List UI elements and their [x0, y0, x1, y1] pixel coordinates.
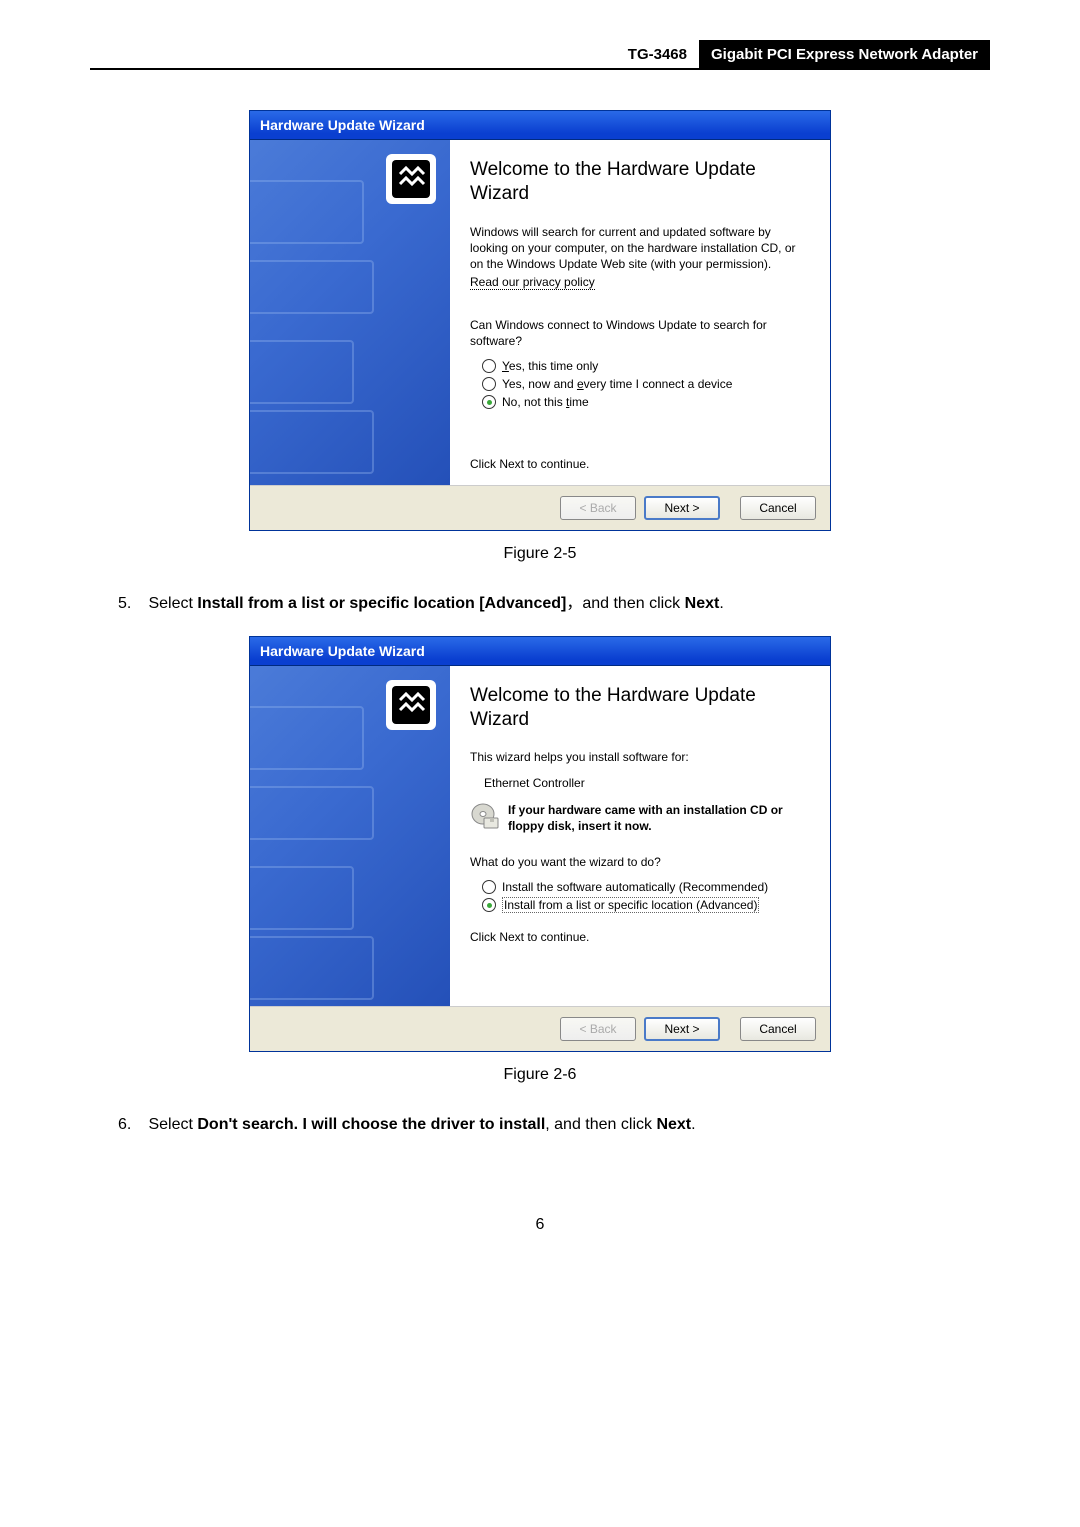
dialog-intro: This wizard helps you install software f… — [470, 749, 810, 765]
page-number: 6 — [90, 1216, 990, 1234]
radio-label: Install the software automatically (Reco… — [502, 880, 768, 894]
dialog-intro: Windows will search for current and upda… — [470, 224, 810, 273]
button-row: < Back Next > Cancel — [250, 485, 830, 530]
page-header: TG-3468 Gigabit PCI Express Network Adap… — [90, 40, 990, 70]
radio-icon-selected — [482, 395, 496, 409]
side-graphic — [250, 140, 450, 485]
radio-icon — [482, 359, 496, 373]
insert-cd-note: If your hardware came with an installati… — [470, 802, 810, 834]
step-5: 5. Select Install from a list or specifi… — [118, 593, 990, 615]
chip-icon — [382, 676, 440, 734]
radio-label: Install from a list or specific location… — [502, 898, 759, 912]
radio-label: Yes, now and every time I connect a devi… — [502, 377, 732, 391]
radio-icon — [482, 377, 496, 391]
step-6: 6. Select Don't search. I will choose th… — [118, 1114, 990, 1136]
note-text: If your hardware came with an installati… — [508, 802, 810, 834]
radio-label: Yes, this time only — [502, 359, 598, 373]
back-button[interactable]: < Back — [560, 1017, 636, 1041]
next-button[interactable]: Next > — [644, 1017, 720, 1041]
step-number: 6. — [118, 1114, 144, 1136]
next-button[interactable]: Next > — [644, 496, 720, 520]
radio-auto[interactable]: Install the software automatically (Reco… — [482, 880, 810, 894]
radio-group: Install the software automatically (Reco… — [482, 880, 810, 912]
back-button[interactable]: < Back — [560, 496, 636, 520]
button-row: < Back Next > Cancel — [250, 1006, 830, 1051]
dialog-titlebar: Hardware Update Wizard — [250, 637, 830, 666]
radio-yes-always[interactable]: Yes, now and every time I connect a devi… — [482, 377, 810, 391]
radio-icon-selected — [482, 898, 496, 912]
figure-caption-2: Figure 2-6 — [90, 1066, 990, 1084]
header-product: Gigabit PCI Express Network Adapter — [699, 40, 990, 68]
step-number: 5. — [118, 593, 144, 615]
dialog-question: What do you want the wizard to do? — [470, 854, 810, 870]
side-graphic — [250, 666, 450, 1006]
dialog-question: Can Windows connect to Windows Update to… — [470, 317, 810, 349]
radio-group: Yes, this time only Yes, now and every t… — [482, 359, 810, 409]
figure-caption-1: Figure 2-5 — [90, 545, 990, 563]
device-name: Ethernet Controller — [484, 776, 810, 790]
privacy-link[interactable]: Read our privacy policy — [470, 275, 595, 290]
dialog-heading: Welcome to the Hardware Update Wizard — [470, 684, 810, 732]
radio-no[interactable]: No, not this time — [482, 395, 810, 409]
radio-advanced[interactable]: Install from a list or specific location… — [482, 898, 810, 912]
wizard-dialog-2: Hardware Update Wizard Welcome to the Ha… — [249, 636, 831, 1052]
dialog-content: Welcome to the Hardware Update Wizard Wi… — [450, 140, 830, 485]
radio-yes-once[interactable]: Yes, this time only — [482, 359, 810, 373]
continue-hint: Click Next to continue. — [470, 930, 810, 944]
continue-hint: Click Next to continue. — [470, 457, 810, 471]
cancel-button[interactable]: Cancel — [740, 1017, 816, 1041]
dialog-titlebar: Hardware Update Wizard — [250, 111, 830, 140]
cd-icon — [470, 802, 500, 832]
chip-icon — [382, 150, 440, 208]
radio-label: No, not this time — [502, 395, 589, 409]
dialog-content: Welcome to the Hardware Update Wizard Th… — [450, 666, 830, 1006]
dialog-heading: Welcome to the Hardware Update Wizard — [470, 158, 810, 206]
wizard-dialog-1: Hardware Update Wizard Welcome to the Ha… — [249, 110, 831, 531]
radio-icon — [482, 880, 496, 894]
cancel-button[interactable]: Cancel — [740, 496, 816, 520]
header-model: TG-3468 — [616, 42, 699, 67]
